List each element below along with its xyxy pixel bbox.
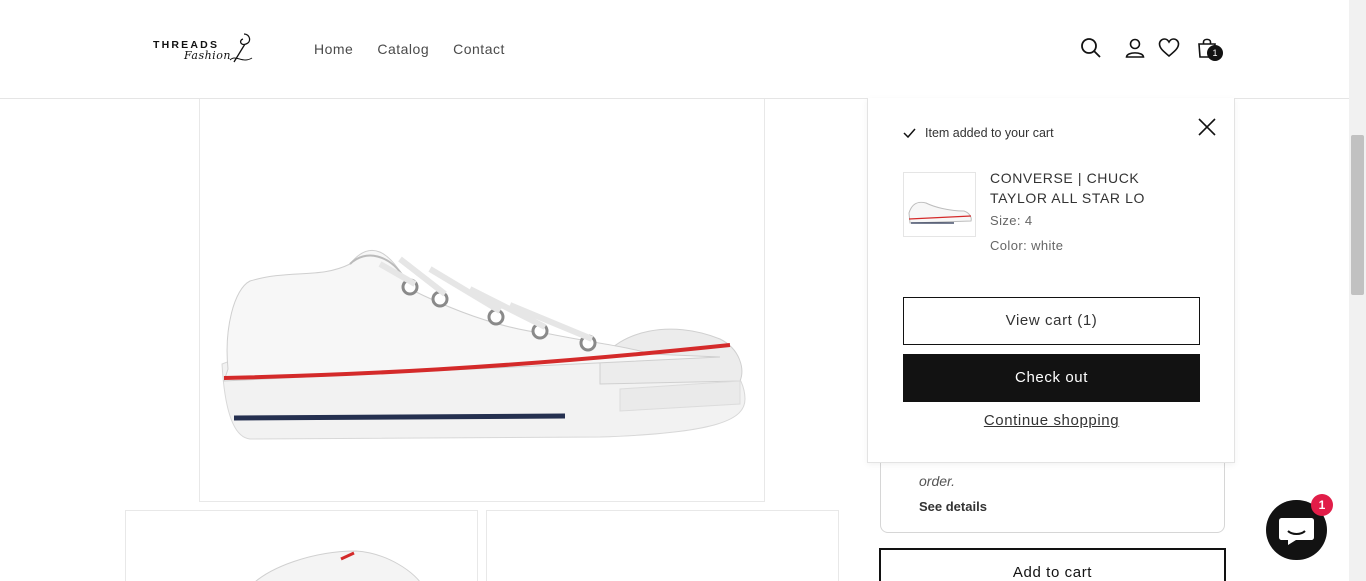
product-thumbnail-2[interactable] xyxy=(486,510,839,581)
nav-catalog[interactable]: Catalog xyxy=(377,41,429,57)
check-icon xyxy=(903,128,916,138)
search-icon[interactable] xyxy=(1079,36,1103,60)
user-icon[interactable] xyxy=(1123,36,1147,60)
continue-shopping-link[interactable]: Continue shopping xyxy=(868,412,1235,429)
added-message-text: Item added to your cart xyxy=(925,126,1054,140)
heart-icon[interactable] xyxy=(1157,36,1181,60)
checkout-button[interactable]: Check out xyxy=(903,354,1200,402)
cart-count-badge: 1 xyxy=(1207,45,1223,61)
add-to-cart-button[interactable]: Add to cart xyxy=(879,548,1226,581)
site-header: THREADS Fashion Home Catalog Contact 1 xyxy=(0,0,1349,99)
added-message: Item added to your cart xyxy=(903,126,1054,140)
close-icon[interactable] xyxy=(1197,117,1217,137)
logo-script: Fashion xyxy=(184,49,231,62)
cart-item-size: Size: 4 xyxy=(990,213,1033,228)
info-text: order. xyxy=(919,473,956,489)
see-details-link[interactable]: See details xyxy=(919,499,987,514)
brand-logo[interactable]: THREADS Fashion xyxy=(150,28,260,72)
cart-notification: Item added to your cart CONVERSE | CHUCK… xyxy=(867,98,1235,463)
scrollbar-thumb[interactable] xyxy=(1351,135,1364,295)
cart-item-image xyxy=(903,172,976,237)
page-scrollbar[interactable] xyxy=(1349,0,1366,581)
chat-unread-badge: 1 xyxy=(1311,494,1333,516)
needle-icon xyxy=(229,33,253,63)
nav-home[interactable]: Home xyxy=(314,41,353,57)
view-cart-button[interactable]: View cart (1) xyxy=(903,297,1200,345)
product-thumbnail-1[interactable] xyxy=(125,510,478,581)
cart-item-name: CONVERSE | CHUCK TAYLOR ALL STAR LO xyxy=(990,170,1145,206)
sneaker-illustration xyxy=(221,249,746,440)
sneaker-thumb-illustration xyxy=(255,550,420,581)
cart-item-color: Color: white xyxy=(990,238,1064,253)
product-main-image[interactable] xyxy=(199,99,765,502)
nav-contact[interactable]: Contact xyxy=(453,41,505,57)
main-nav: Home Catalog Contact xyxy=(314,41,505,57)
